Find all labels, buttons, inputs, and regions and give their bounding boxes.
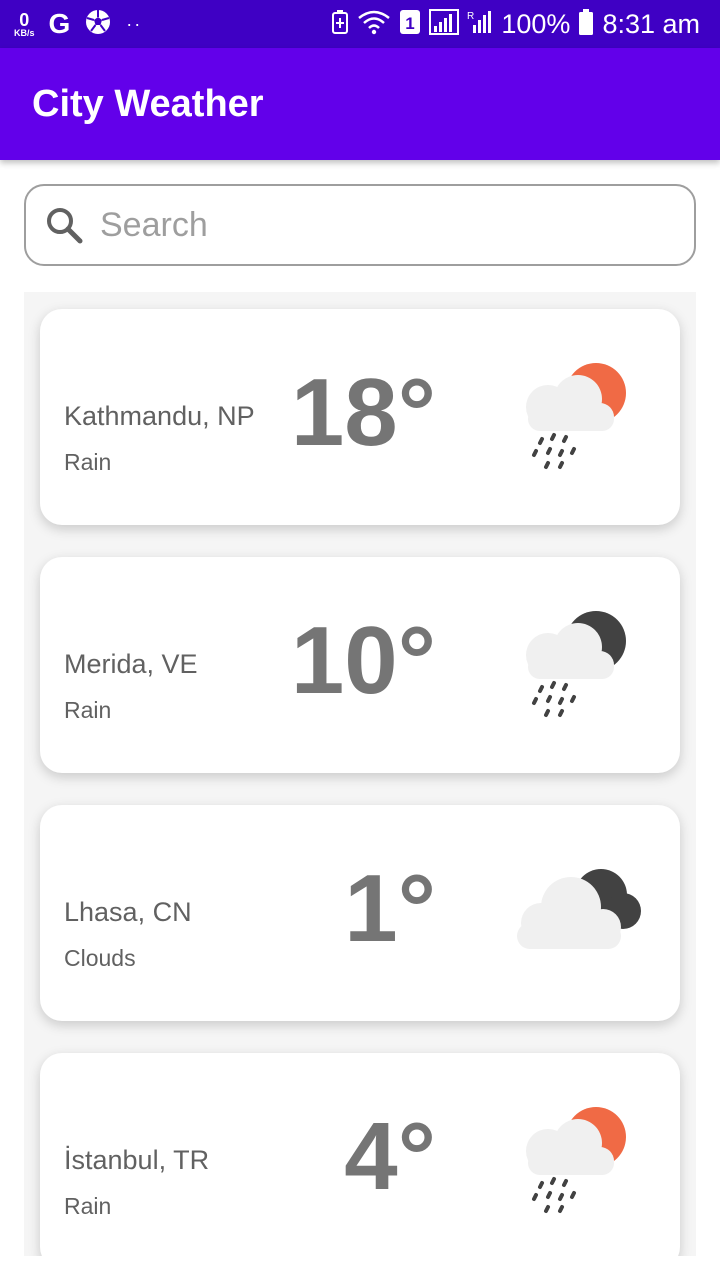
search-icon xyxy=(47,208,83,244)
city-name: Merida, VE xyxy=(64,649,198,679)
network-speed: 0 KB/s xyxy=(14,11,35,38)
city-name: Kathmandu, NP xyxy=(64,401,255,431)
football-icon xyxy=(84,8,112,41)
status-right: 1 R 100% 8:31 am xyxy=(331,8,720,41)
network-speed-value: 0 xyxy=(19,9,30,30)
battery-percent: 100% xyxy=(501,8,571,39)
clouds-moon-icon xyxy=(517,869,641,949)
network-speed-unit: KB/s xyxy=(14,27,35,38)
battery-icon xyxy=(578,8,594,41)
search-input[interactable] xyxy=(98,204,642,246)
rain-moon-icon xyxy=(526,611,626,717)
weather-condition: Rain xyxy=(64,697,112,723)
weather-condition: Rain xyxy=(64,1193,112,1219)
weather-condition: Clouds xyxy=(64,945,136,971)
city-name: Lhasa, CN xyxy=(64,897,192,927)
google-icon: G xyxy=(48,8,71,39)
sim-one-icon: 1 xyxy=(399,9,421,40)
svg-text:R: R xyxy=(467,11,474,22)
status-bar: 0 KB/s G ·· 1 R 100% 8:31 am xyxy=(0,0,720,48)
city-name: İstanbul, TR xyxy=(64,1145,210,1175)
temperature: 10° xyxy=(290,607,436,714)
sim-number: 1 xyxy=(406,14,415,33)
search-box[interactable] xyxy=(24,184,696,266)
weather-condition: Rain xyxy=(64,449,112,475)
temperature: 1° xyxy=(344,855,436,962)
status-left: 0 KB/s G ·· xyxy=(0,8,142,41)
app-bar: City Weather xyxy=(0,48,720,160)
signal-icon xyxy=(429,8,460,40)
app-title: City Weather xyxy=(32,82,264,125)
temperature: 18° xyxy=(290,359,436,466)
rain-sun-icon xyxy=(526,363,626,469)
more-notifications: ·· xyxy=(126,13,143,34)
roaming-signal-icon: R xyxy=(467,9,493,40)
temperature: 4° xyxy=(344,1103,436,1210)
clock: 8:31 am xyxy=(602,8,700,39)
rain-sun-icon xyxy=(526,1107,626,1213)
weather-card[interactable]: Merida, VE Rain 10° xyxy=(40,557,680,773)
weather-card[interactable]: Kathmandu, NP Rain 18° xyxy=(40,309,680,525)
weather-card[interactable]: Lhasa, CN Clouds 1° xyxy=(40,805,680,1021)
battery-saver-icon xyxy=(331,9,349,40)
weather-card[interactable]: İstanbul, TR Rain 4° xyxy=(40,1053,680,1256)
wifi-icon xyxy=(357,9,391,40)
weather-list[interactable]: Kathmandu, NP Rain 18° Merida, VE Rain 1… xyxy=(24,292,696,1256)
